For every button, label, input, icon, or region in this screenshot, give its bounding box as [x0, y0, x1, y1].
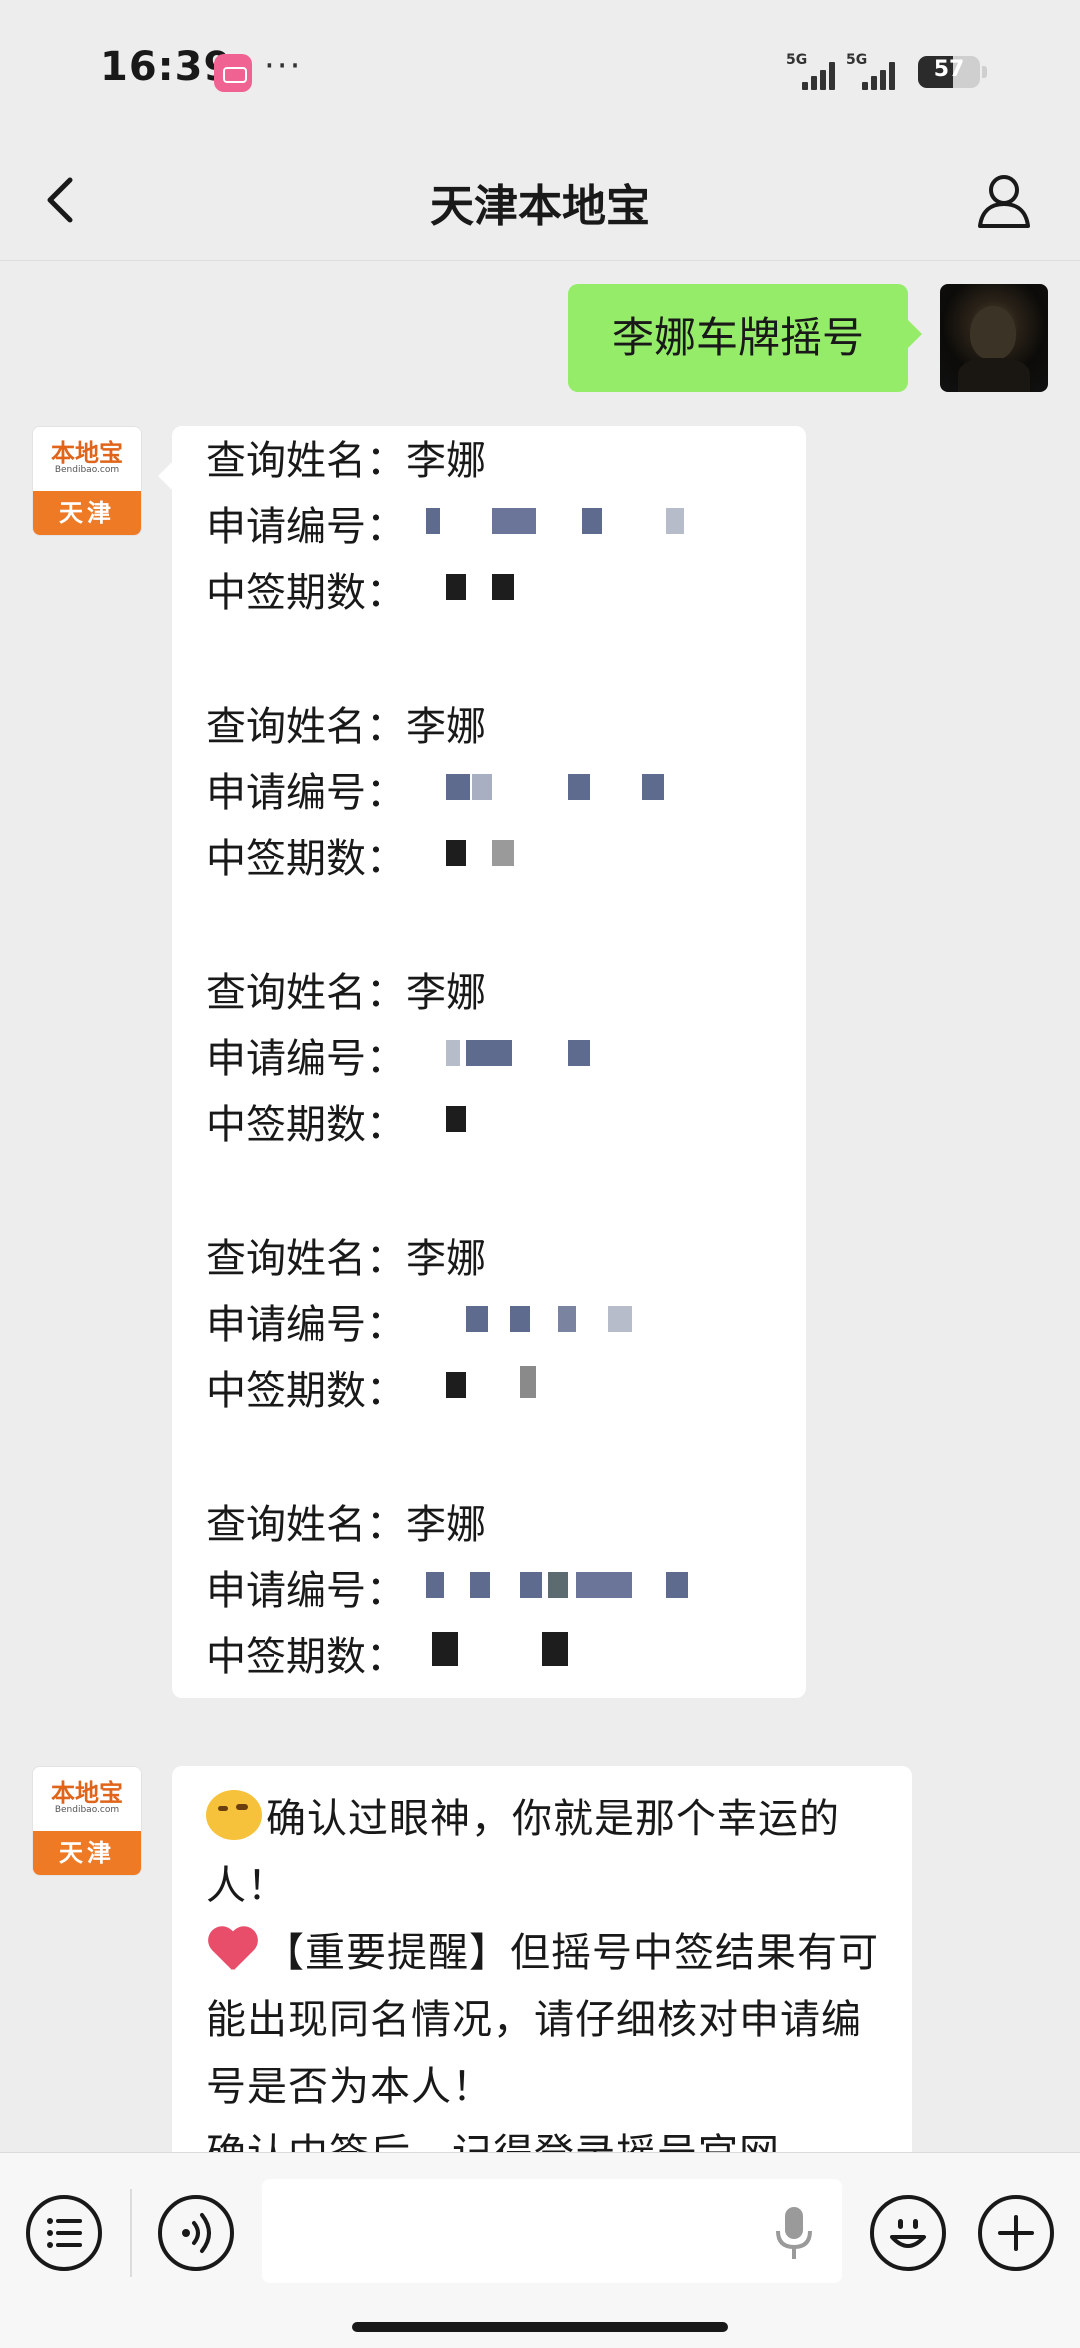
- redacted-period-number: [446, 1366, 586, 1410]
- result-name-line: 查询姓名：李娜: [206, 1226, 486, 1292]
- name-value: 李娜: [406, 438, 486, 484]
- result-name-line: 查询姓名：李娜: [206, 428, 486, 494]
- result-group: 查询姓名：李娜 申请编号： 中签期数：: [206, 694, 664, 892]
- lottery-result-bubble[interactable]: 查询姓名：李娜 申请编号： 中签期数： 查询姓名：李娜 申请编号： 中签期数： …: [158, 426, 806, 1698]
- name-label: 查询姓名：: [206, 438, 406, 484]
- voice-input-button[interactable]: [158, 2195, 234, 2271]
- name-label: 查询姓名：: [206, 1236, 406, 1282]
- result-application-line: 申请编号：: [206, 494, 684, 560]
- notice-message-text: 确认过眼神，你就是那个幸运的人！ 【重要提醒】但摇号中签结果有可能出现同名情况，…: [206, 1786, 886, 2152]
- result-application-line: 申请编号：: [206, 760, 664, 826]
- period-label: 中签期数：: [206, 1368, 406, 1414]
- result-application-line: 申请编号：: [206, 1558, 688, 1624]
- name-value: 李娜: [406, 970, 486, 1016]
- plus-icon: [998, 2215, 1034, 2251]
- chat-info-button[interactable]: [970, 166, 1038, 234]
- menu-button[interactable]: [26, 2195, 102, 2271]
- redacted-period-number: [446, 840, 586, 878]
- notice-line-2: 【重要提醒】但摇号中签结果有可能出现同名情况，请仔细核对申请编号是否为本人！: [206, 1930, 879, 2110]
- bot-avatar-site: Bendibao.com: [54, 465, 120, 475]
- result-application-line: 申请编号：: [206, 1292, 632, 1358]
- name-label: 查询姓名：: [206, 1502, 406, 1548]
- status-time: 16:39: [100, 44, 233, 90]
- result-name-line: 查询姓名：李娜: [206, 960, 486, 1026]
- chat-header: 天津本地宝: [0, 140, 1080, 261]
- bot-avatar-city: 天津: [33, 1831, 141, 1875]
- status-bar: 16:39 ··· 5G 5G 57: [0, 0, 1080, 140]
- name-value: 李娜: [406, 1236, 486, 1282]
- redacted-application-number: [426, 1572, 726, 1610]
- battery-icon: 57: [918, 56, 980, 88]
- period-label: 中签期数：: [206, 570, 406, 616]
- result-group: 查询姓名：李娜 申请编号： 中签期数：: [206, 960, 590, 1158]
- bilibili-notification-icon: [214, 54, 252, 92]
- result-period-line: 中签期数：: [206, 1624, 568, 1690]
- name-value: 李娜: [406, 704, 486, 750]
- bot-avatar[interactable]: 本地宝 Bendibao.com 天津: [32, 1766, 142, 1876]
- name-label: 查询姓名：: [206, 704, 406, 750]
- name-value: 李娜: [406, 1502, 486, 1548]
- redacted-application-number: [446, 1040, 706, 1078]
- signal-icon-1: 5G: [786, 52, 846, 90]
- result-group: 查询姓名：李娜 申请编号： 中签期数：: [206, 1492, 688, 1690]
- more-notifications-icon: ···: [264, 46, 303, 86]
- bot-avatar-site: Bendibao.com: [54, 1805, 120, 1815]
- bot-avatar[interactable]: 本地宝 Bendibao.com 天津: [32, 426, 142, 536]
- user-avatar[interactable]: [940, 284, 1048, 392]
- redacted-period-number: [446, 574, 586, 612]
- outgoing-message-bubble[interactable]: 李娜车牌摇号: [568, 284, 922, 392]
- result-group: 查询姓名：李娜 申请编号： 中签期数：: [206, 428, 684, 626]
- result-name-line: 查询姓名：李娜: [206, 1492, 486, 1558]
- result-period-line: 中签期数：: [206, 1358, 536, 1424]
- chat-messages: 李娜车牌摇号 本地宝 Bendibao.com 天津 查询姓名：李娜 申请编号：…: [0, 262, 1080, 2152]
- redacted-application-number: [446, 1306, 706, 1344]
- application-label: 申请编号：: [206, 504, 406, 550]
- redacted-application-number: [446, 774, 706, 812]
- bot-avatar-city: 天津: [33, 491, 141, 535]
- result-application-line: 申请编号：: [206, 1026, 590, 1092]
- redacted-period-number: [432, 1632, 592, 1676]
- result-period-line: 中签期数：: [206, 1092, 486, 1158]
- more-actions-button[interactable]: [978, 2195, 1054, 2271]
- result-group: 查询姓名：李娜 申请编号： 中签期数：: [206, 1226, 632, 1424]
- period-label: 中签期数：: [206, 836, 406, 882]
- outgoing-message-text: 李娜车牌摇号: [611, 313, 864, 362]
- notice-line-1: 确认过眼神，你就是那个幸运的人！: [206, 1796, 840, 1909]
- period-label: 中签期数：: [206, 1102, 406, 1148]
- battery-cap: [982, 66, 987, 78]
- redacted-application-number: [426, 508, 684, 546]
- application-label: 申请编号：: [206, 1568, 406, 1614]
- application-label: 申请编号：: [206, 770, 406, 816]
- redacted-period-number: [446, 1106, 586, 1144]
- name-label: 查询姓名：: [206, 970, 406, 1016]
- message-input[interactable]: [262, 2179, 842, 2283]
- battery-level: 57: [933, 57, 965, 82]
- smiley-icon: [890, 2219, 926, 2248]
- chat-title: 天津本地宝: [430, 181, 650, 232]
- period-label: 中签期数：: [206, 1634, 406, 1680]
- emoji-button[interactable]: [870, 2195, 946, 2271]
- input-bar: [0, 2152, 1080, 2348]
- thinking-face-icon: [206, 1790, 262, 1840]
- input-divider: [130, 2189, 132, 2277]
- result-period-line: 中签期数：: [206, 560, 514, 626]
- heart-icon: [206, 1924, 260, 1974]
- result-name-line: 查询姓名：李娜: [206, 694, 486, 760]
- list-icon: [47, 2218, 82, 2248]
- notice-line-3: 确认中签后，记得登录摇号官网: [206, 2131, 780, 2152]
- notice-message-bubble[interactable]: 确认过眼神，你就是那个幸运的人！ 【重要提醒】但摇号中签结果有可能出现同名情况，…: [172, 1766, 912, 2152]
- bot-avatar-logo: 本地宝: [51, 439, 123, 467]
- voice-icon: [182, 2213, 211, 2253]
- person-icon: [978, 175, 1030, 228]
- signal-icon-2: 5G: [846, 52, 906, 90]
- application-label: 申请编号：: [206, 1302, 406, 1348]
- home-indicator[interactable]: [352, 2322, 728, 2332]
- microphone-icon: [776, 2207, 812, 2259]
- microphone-button[interactable]: [772, 2203, 816, 2263]
- application-label: 申请编号：: [206, 1036, 406, 1082]
- bot-avatar-logo: 本地宝: [51, 1779, 123, 1807]
- result-period-line: 中签期数：: [206, 826, 514, 892]
